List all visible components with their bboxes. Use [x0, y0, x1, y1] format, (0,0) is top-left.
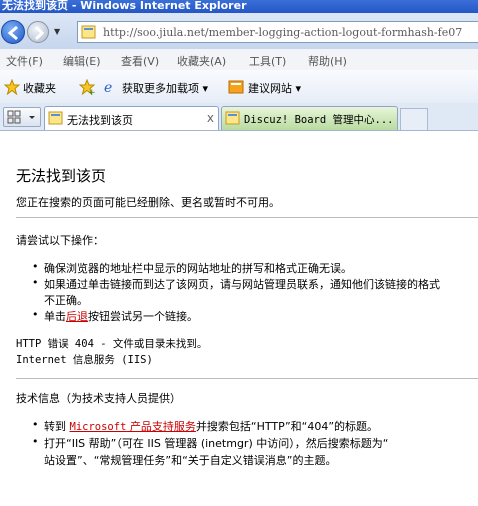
- quick-tabs-button[interactable]: [3, 107, 41, 127]
- tech1-post: 并搜索包括“HTTP”和“404”的标题。: [195, 420, 379, 433]
- list-item: 打开“IIS 帮助”（可在 IIS 管理器 (inetmgr) 中访问），然后搜…: [32, 435, 388, 451]
- tab-label: Discuz! Board 管理中心...: [244, 114, 394, 126]
- support-link[interactable]: 产品支持服务: [126, 420, 196, 433]
- menu-favorites[interactable]: 收藏夹(A): [177, 53, 226, 69]
- page-icon: [81, 25, 96, 39]
- window-title-bar: 无法找到该页 - Windows Internet Explorer: [0, 0, 478, 13]
- get-addons-button[interactable]: 获取更多加载项 ▾: [122, 80, 208, 96]
- error-source: Internet 信息服务 (IIS): [16, 354, 153, 366]
- navigation-bar: ▼ http://soo.jiula.net/member-logging-ac…: [0, 13, 478, 49]
- ie-icon: e: [104, 80, 112, 95]
- menu-edit[interactable]: 编辑(E): [63, 53, 101, 69]
- list-item: 确保浏览器的地址栏中显示的网站地址的拼写和格式正确无误。: [32, 260, 352, 276]
- menu-bar: 文件(F) 编辑(E) 查看(V) 收藏夹(A) 工具(T) 帮助(H): [0, 49, 478, 71]
- menu-help[interactable]: 帮助(H): [308, 53, 347, 69]
- bullet3-post: 按钮尝试另一个链接。: [88, 310, 198, 323]
- page-subtitle: 您正在搜索的页面可能已经删除、更名或暂时不可用。: [16, 196, 280, 209]
- try-heading: 请尝试以下操作：: [16, 234, 104, 247]
- new-tab-button[interactable]: [400, 108, 428, 130]
- divider: [16, 217, 478, 218]
- suggested-sites-label: 建议网站: [248, 82, 292, 95]
- page-title: 无法找到该页: [16, 167, 107, 185]
- page-content: 无法找到该页 您正在搜索的页面可能已经删除、更名或暂时不可用。 请尝试以下操作：…: [0, 130, 478, 506]
- arrow-right-icon: [34, 25, 45, 41]
- error-code: HTTP 错误 404 - 文件或目录未找到。: [16, 338, 208, 350]
- tab-bar: 无法找到该页 x Discuz! Board 管理中心...: [0, 103, 478, 130]
- list-item: 单击后退按钮尝试另一个链接。: [32, 308, 198, 324]
- divider: [16, 378, 478, 379]
- svg-text:+: +: [88, 88, 95, 95]
- tab-discuz[interactable]: Discuz! Board 管理中心...: [221, 106, 398, 130]
- history-dropdown-icon[interactable]: ▼: [54, 27, 60, 36]
- star-icon: [4, 79, 20, 95]
- page-icon: [225, 111, 240, 125]
- back-button[interactable]: [1, 20, 25, 44]
- tech-heading: 技术信息（为技术支持人员提供）: [16, 392, 181, 405]
- address-bar[interactable]: http://soo.jiula.net/member-logging-acti…: [77, 21, 478, 43]
- menu-view[interactable]: 查看(V): [121, 53, 159, 69]
- list-item-continued: 不正确。: [44, 294, 88, 307]
- add-favorite-icon[interactable]: +: [79, 79, 95, 95]
- close-tab-icon[interactable]: x: [207, 111, 214, 125]
- address-url[interactable]: http://soo.jiula.net/member-logging-acti…: [103, 26, 462, 39]
- forward-button[interactable]: [27, 21, 49, 43]
- tab-label: 无法找到该页: [67, 114, 133, 127]
- bullet3-pre: 单击: [44, 310, 66, 323]
- arrow-left-icon: [7, 25, 18, 41]
- page-icon: [48, 111, 63, 125]
- svg-text:e: e: [104, 80, 112, 95]
- tech1-pre: 转到: [44, 420, 70, 433]
- favorites-button[interactable]: 收藏夹: [23, 80, 56, 96]
- menu-file[interactable]: 文件(F): [6, 53, 43, 69]
- list-item: 转到 Microsoft 产品支持服务并搜索包括“HTTP”和“404”的标题。: [32, 418, 379, 434]
- menu-tools[interactable]: 工具(T): [249, 53, 286, 69]
- quick-tabs-icon: [7, 110, 35, 124]
- get-addons-label: 获取更多加载项: [122, 82, 199, 95]
- suggested-sites-icon: [228, 80, 244, 94]
- microsoft-link[interactable]: Microsoft: [70, 421, 127, 433]
- back-link[interactable]: 后退: [66, 310, 88, 323]
- list-item: 如果通过单击链接而到达了该网页，请与网站管理员联系，通知他们该链接的格式: [32, 276, 440, 292]
- suggested-sites-button[interactable]: 建议网站 ▾: [248, 80, 301, 96]
- favorites-bar: 收藏夹 + e 获取更多加载项 ▾ 建议网站 ▾: [0, 70, 478, 104]
- window-title: 无法找到该页 - Windows Internet Explorer: [2, 0, 247, 12]
- list-item-continued: 站设置”、“常规管理任务”和“关于自定义错误消息”的主题。: [44, 454, 337, 467]
- tab-not-found[interactable]: 无法找到该页 x: [44, 106, 219, 130]
